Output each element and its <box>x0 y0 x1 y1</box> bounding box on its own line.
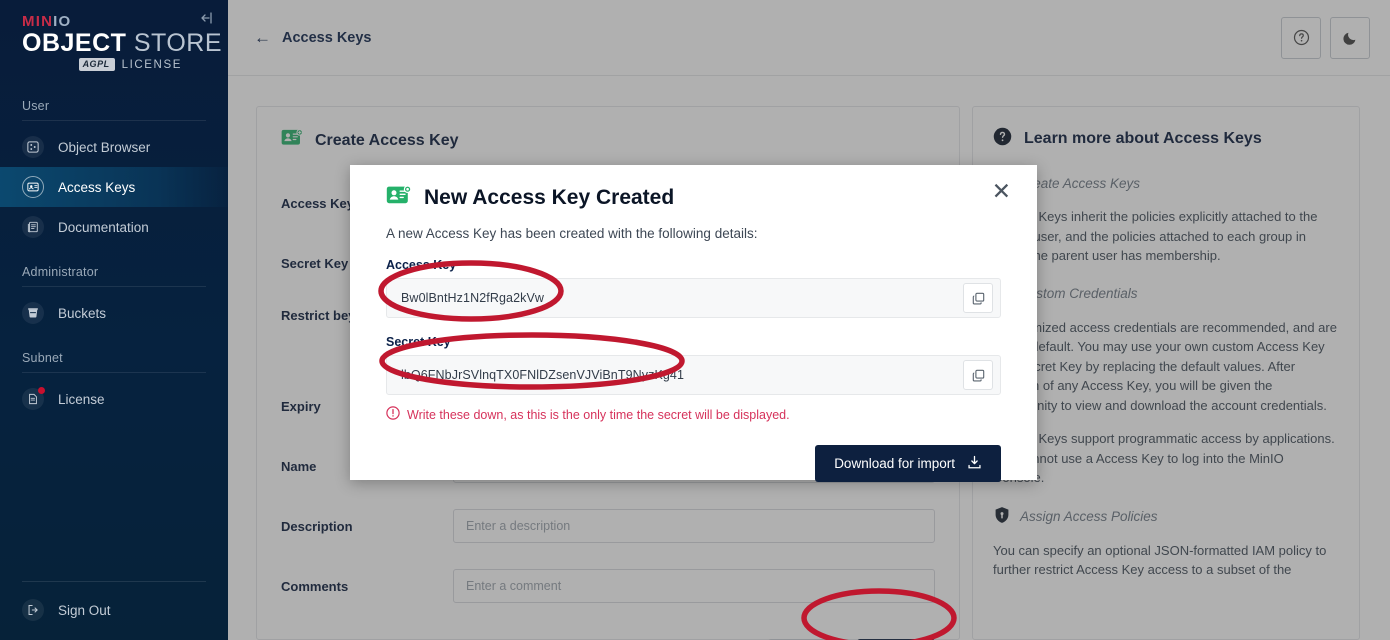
modal-access-key-label: Access Key <box>386 258 457 272</box>
buckets-icon <box>22 302 44 325</box>
sign-out-icon <box>22 599 44 621</box>
sidebar-item-license[interactable]: License <box>0 379 228 419</box>
license-icon <box>22 387 45 411</box>
download-icon <box>967 455 982 473</box>
modal-warning: Write these down, as this is the only ti… <box>386 406 1001 423</box>
sidebar-item-label: Sign Out <box>58 602 111 618</box>
collapse-sidebar-icon[interactable] <box>200 11 214 27</box>
sidebar-item-label: Documentation <box>58 219 149 235</box>
nav-group-divider <box>22 372 206 374</box>
nav-group-divider <box>22 120 206 122</box>
logo-objectstore-text: OBJECT STORE <box>22 29 223 57</box>
modal-subtitle: A new Access Key has been created with t… <box>386 226 758 241</box>
nav-group-label: Subnet <box>22 351 63 366</box>
modal-secret-key-row: lbQ6FNbJrSVlnqTX0FNlDZsenVJViBnT9NyzKg41 <box>386 355 1001 395</box>
sidebar: MINIO OBJECT STORE AGPL LICENSE User Obj… <box>0 0 228 640</box>
license-label: LICENSE <box>121 58 182 71</box>
sidebar-item-label: Access Keys <box>58 179 136 195</box>
modal-actions: Download for import <box>386 445 1001 482</box>
nav-group-label: User <box>22 99 50 114</box>
brand-logo: MINIO OBJECT STORE AGPL LICENSE <box>0 0 228 72</box>
close-icon[interactable]: ✕ <box>992 180 1011 203</box>
nav-group-label: Administrator <box>22 265 99 280</box>
object-browser-icon <box>22 136 44 159</box>
sidebar-item-label: Object Browser <box>58 139 151 155</box>
agpl-badge: AGPL <box>78 58 115 72</box>
copy-icon[interactable] <box>963 360 993 390</box>
app-root: MINIO OBJECT STORE AGPL LICENSE User Obj… <box>0 0 1390 640</box>
new-access-key-icon <box>386 185 412 211</box>
download-button-label: Download for import <box>834 456 955 471</box>
secret-key-value: lbQ6FNbJrSVlnqTX0FNlDZsenVJViBnT9NyzKg41 <box>401 368 685 382</box>
modal-heading: New Access Key Created <box>386 185 1001 211</box>
sidebar-item-sign-out[interactable]: Sign Out <box>0 590 228 630</box>
sidebar-item-object-browser[interactable]: Object Browser <box>0 127 228 167</box>
logo-minio-text: MINIO <box>22 13 72 30</box>
access-key-value: Bw0lBntHz1N2fRga2kVw <box>401 291 545 305</box>
sidebar-item-access-keys[interactable]: Access Keys <box>0 167 228 208</box>
copy-icon[interactable] <box>963 283 993 313</box>
download-for-import-button[interactable]: Download for import <box>815 445 1001 482</box>
nav-group-administrator: Administrator Buckets <box>0 265 228 333</box>
sidebar-item-label: Buckets <box>58 305 107 321</box>
warning-circle-icon <box>386 406 400 423</box>
modal-secret-key-label: Secret Key <box>386 335 451 349</box>
new-access-key-modal: ✕ New Access Key Created A new Access Ke… <box>350 165 1037 482</box>
modal-access-key-row: Bw0lBntHz1N2fRga2kVw <box>386 278 1001 318</box>
modal-title: New Access Key Created <box>424 186 675 209</box>
nav-group-user: User Object Browser Access Keys Document… <box>0 99 228 247</box>
access-keys-icon <box>22 176 44 199</box>
documentation-icon <box>22 216 44 239</box>
nav-group-divider <box>22 286 206 288</box>
modal-warning-text: Write these down, as this is the only ti… <box>407 407 790 422</box>
sidebar-item-buckets[interactable]: Buckets <box>0 293 228 333</box>
notification-badge-dot <box>38 387 45 395</box>
nav-group-subnet: Subnet License <box>0 351 228 419</box>
signout-divider <box>22 581 206 582</box>
logo-license-row: AGPL LICENSE <box>22 58 208 72</box>
sidebar-item-label: License <box>58 391 105 407</box>
sidebar-item-documentation[interactable]: Documentation <box>0 207 228 247</box>
